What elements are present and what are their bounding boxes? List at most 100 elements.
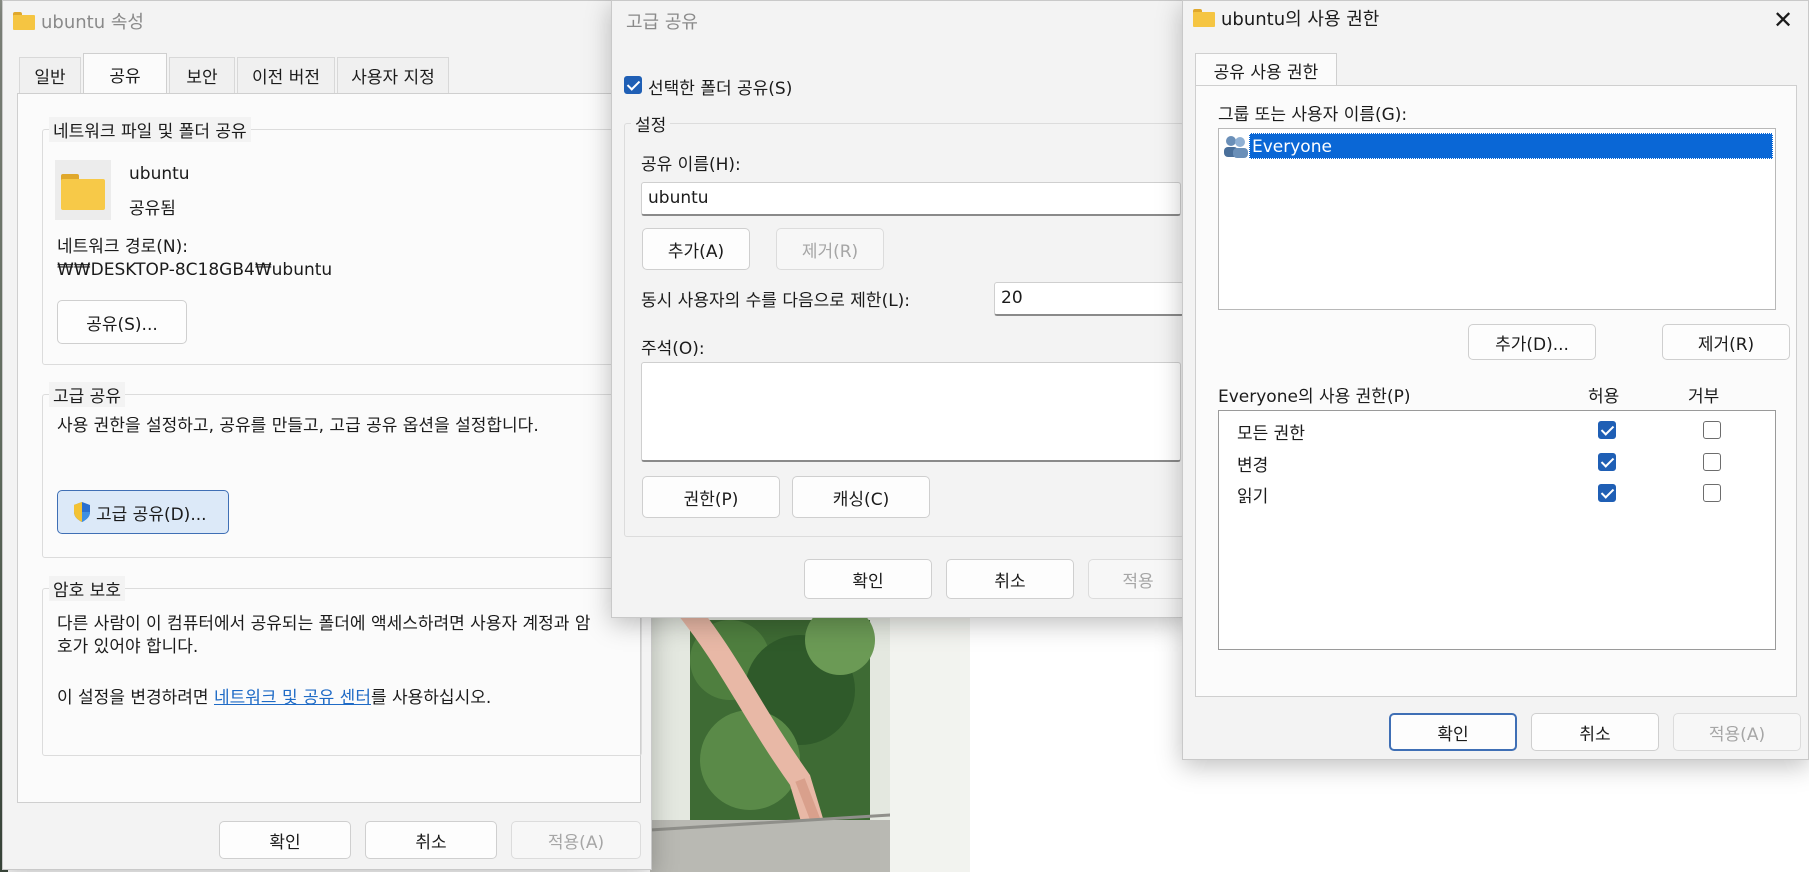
remove-share-button[interactable]: 제거(R) <box>776 228 884 270</box>
tab-sharing[interactable]: 공유 <box>83 53 167 94</box>
share-button[interactable]: 공유(S)... <box>57 300 187 344</box>
user-limit-input[interactable]: 20 <box>994 282 1184 316</box>
remove-user-button[interactable]: 제거(R) <box>1662 324 1790 360</box>
user-list[interactable]: Everyone <box>1218 128 1776 310</box>
tab-previous-versions[interactable]: 이전 버전 <box>237 57 335 93</box>
settings-group: 설정 공유 이름(H): ubuntu 추가(A) 제거(R) 동시 사용자의 … <box>624 111 1184 537</box>
button-label: 권한(P) <box>683 489 739 510</box>
permission-row-label: 모든 권한 <box>1237 424 1305 444</box>
change-deny-checkbox[interactable] <box>1703 453 1721 471</box>
close-icon[interactable]: ✕ <box>1770 7 1796 33</box>
list-item[interactable]: Everyone <box>1223 132 1773 160</box>
deny-column-header: 거부 <box>1688 387 1720 407</box>
tab-label: 이전 버전 <box>252 68 320 88</box>
sharing-tab-pane: 네트워크 파일 및 폴더 공유 ubuntu 공유됨 네트워크 경로(N): ₩… <box>17 93 642 803</box>
advanced-cancel-button[interactable]: 취소 <box>946 559 1074 599</box>
full-control-allow-checkbox[interactable] <box>1598 421 1616 439</box>
desktop-artwork <box>650 600 970 872</box>
share-folder-checkbox[interactable] <box>624 76 642 94</box>
field-value: ubuntu <box>648 188 709 208</box>
button-label: 고급 공유(D)... <box>96 504 207 525</box>
button-label: 추가(A) <box>667 241 725 262</box>
password-description: 다른 사람이 이 컴퓨터에서 공유되는 폴더에 액세스하려면 사용자 계정과 암… <box>57 614 591 657</box>
permission-row-label: 변경 <box>1237 456 1269 476</box>
add-share-button[interactable]: 추가(A) <box>642 228 750 270</box>
share-permissions-pane: 그룹 또는 사용자 이름(G): Everyone 추가(D)... 제거(R)… <box>1195 85 1797 697</box>
properties-titlebar[interactable]: ubuntu 속성 <box>3 1 651 41</box>
tab-security[interactable]: 보안 <box>169 57 235 93</box>
tab-label: 공유 사용 권한 <box>1213 62 1319 83</box>
button-label: 캐싱(C) <box>832 489 890 510</box>
button-label: 적용(A) <box>547 832 605 853</box>
folder-name: ubuntu <box>129 164 190 184</box>
button-label: 확인 <box>852 571 884 592</box>
advanced-sharing-window[interactable]: 고급 공유 선택한 폴더 공유(S) 설정 공유 이름(H): ubuntu 추… <box>611 0 1191 618</box>
advanced-share-group: 고급 공유 사용 권한을 설정하고, 공유를 만들고, 고급 공유 옵션을 설정… <box>42 382 642 558</box>
change-suffix: 를 사용하십시오. <box>370 688 492 708</box>
users-group-icon <box>1223 134 1249 158</box>
group-title: 암호 보호 <box>49 576 125 601</box>
advanced-titlebar[interactable]: 고급 공유 <box>612 1 1190 41</box>
apply-button[interactable]: 적용(A) <box>511 821 641 859</box>
comment-label: 주석(O): <box>641 339 705 359</box>
folder-icon <box>13 12 35 30</box>
window-title: ubuntu의 사용 권한 <box>1221 9 1380 30</box>
group-user-label: 그룹 또는 사용자 이름(G): <box>1218 105 1408 125</box>
button-label: 취소 <box>415 832 447 853</box>
tab-label: 일반 <box>34 68 66 88</box>
read-allow-checkbox[interactable] <box>1598 484 1616 502</box>
user-item-label: Everyone <box>1249 133 1773 159</box>
network-path-value: ₩₩DESKTOP-8C18GB4₩ubuntu <box>57 260 333 280</box>
add-user-button[interactable]: 추가(D)... <box>1468 324 1596 360</box>
permissions-button[interactable]: 권한(P) <box>642 476 780 518</box>
permission-header-label: Everyone의 사용 권한(P) <box>1218 387 1411 407</box>
group-title: 설정 <box>631 111 671 136</box>
tab-general[interactable]: 일반 <box>19 57 81 93</box>
properties-window[interactable]: ubuntu 속성 일반 공유 보안 이전 버전 사용자 지정 네트워크 파일 … <box>2 0 652 870</box>
network-path-label: 네트워크 경로(N): <box>57 237 188 257</box>
network-share-group: 네트워크 파일 및 폴더 공유 ubuntu 공유됨 네트워크 경로(N): ₩… <box>42 117 642 365</box>
shared-folder-icon <box>55 160 111 220</box>
full-control-deny-checkbox[interactable] <box>1703 421 1721 439</box>
change-allow-checkbox[interactable] <box>1598 453 1616 471</box>
permissions-window[interactable]: ubuntu의 사용 권한 ✕ 공유 사용 권한 그룹 또는 사용자 이름(G)… <box>1182 0 1809 760</box>
permissions-ok-button[interactable]: 확인 <box>1389 713 1517 751</box>
change-prefix: 이 설정을 변경하려면 <box>57 688 214 708</box>
permissions-titlebar[interactable]: ubuntu의 사용 권한 <box>1183 1 1808 35</box>
user-limit-label: 동시 사용자의 수를 다음으로 제한(L): <box>641 291 911 311</box>
button-label: 취소 <box>994 571 1026 592</box>
password-change-text: 이 설정을 변경하려면 네트워크 및 공유 센터를 사용하십시오. <box>57 683 491 708</box>
advanced-ok-button[interactable]: 확인 <box>804 559 932 599</box>
permissions-apply-button[interactable]: 적용(A) <box>1673 713 1801 751</box>
button-label: 제거(R) <box>801 241 859 262</box>
window-title: 고급 공유 <box>626 12 698 33</box>
window-title: ubuntu 속성 <box>41 12 144 33</box>
permission-list: 모든 권한 변경 읽기 <box>1218 410 1776 650</box>
read-deny-checkbox[interactable] <box>1703 484 1721 502</box>
share-name-input[interactable]: ubuntu <box>641 182 1181 216</box>
advanced-share-button[interactable]: 고급 공유(D)... <box>57 490 229 534</box>
tab-customize[interactable]: 사용자 지정 <box>337 57 449 93</box>
share-name-label: 공유 이름(H): <box>641 155 741 175</box>
button-label: 확인 <box>269 832 301 853</box>
network-sharing-center-link[interactable]: 네트워크 및 공유 센터 <box>214 688 371 708</box>
button-label: 적용(A) <box>1708 724 1766 745</box>
caching-button[interactable]: 캐싱(C) <box>792 476 930 518</box>
ok-button[interactable]: 확인 <box>219 821 351 859</box>
group-title: 고급 공유 <box>49 382 125 407</box>
button-label: 추가(D)... <box>1495 334 1569 355</box>
button-label: 공유(S)... <box>86 314 158 335</box>
tab-share-permissions[interactable]: 공유 사용 권한 <box>1195 53 1337 86</box>
advanced-share-description: 사용 권한을 설정하고, 공유를 만들고, 고급 공유 옵션을 설정합니다. <box>57 416 539 436</box>
allow-column-header: 허용 <box>1588 387 1620 407</box>
uac-shield-icon <box>72 501 92 523</box>
button-label: 적용 <box>1122 571 1154 592</box>
button-label: 확인 <box>1437 724 1469 745</box>
permissions-cancel-button[interactable]: 취소 <box>1531 713 1659 751</box>
cancel-button[interactable]: 취소 <box>365 821 497 859</box>
tab-label: 사용자 지정 <box>351 68 435 88</box>
tab-label: 공유 <box>109 66 141 87</box>
comment-input[interactable] <box>641 362 1181 462</box>
button-label: 취소 <box>1579 724 1611 745</box>
advanced-apply-button[interactable]: 적용 <box>1088 559 1188 599</box>
